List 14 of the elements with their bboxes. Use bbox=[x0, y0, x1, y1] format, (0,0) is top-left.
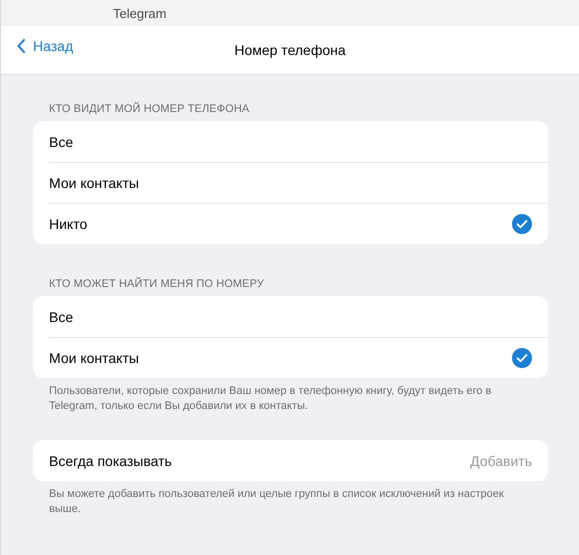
option-row[interactable]: Все bbox=[49, 296, 548, 337]
section-header: КТО ВИДИТ МОЙ НОМЕР ТЕЛЕФОНА bbox=[48, 103, 250, 117]
back-button[interactable]: Назад bbox=[17, 38, 74, 54]
page-title: Номер телефона bbox=[234, 42, 346, 58]
exception-row[interactable]: Всегда показывать Добавить bbox=[49, 440, 548, 481]
option-row[interactable]: Мои контакты bbox=[49, 337, 548, 378]
option-row[interactable]: Все bbox=[49, 121, 548, 162]
window-title: Telegram bbox=[113, 6, 166, 20]
chevron-left-icon bbox=[17, 39, 25, 53]
section-footer: Пользователи, которые сохранили Ваш номер в телефонную книгу, будут видеть его в Telegram, только если Вы добавили их в контакты. bbox=[33, 382, 548, 414]
section-header: КТО МОЖЕТ НАЙТИ МЕНЯ ПО НОМЕРУ bbox=[48, 278, 265, 292]
section-footer: Вы можете добавить пользователей или целые группы в список исключений из настроек выше. bbox=[33, 485, 548, 517]
option-row[interactable]: Мои контакты bbox=[49, 162, 548, 203]
option-row[interactable]: Никто bbox=[49, 203, 548, 244]
